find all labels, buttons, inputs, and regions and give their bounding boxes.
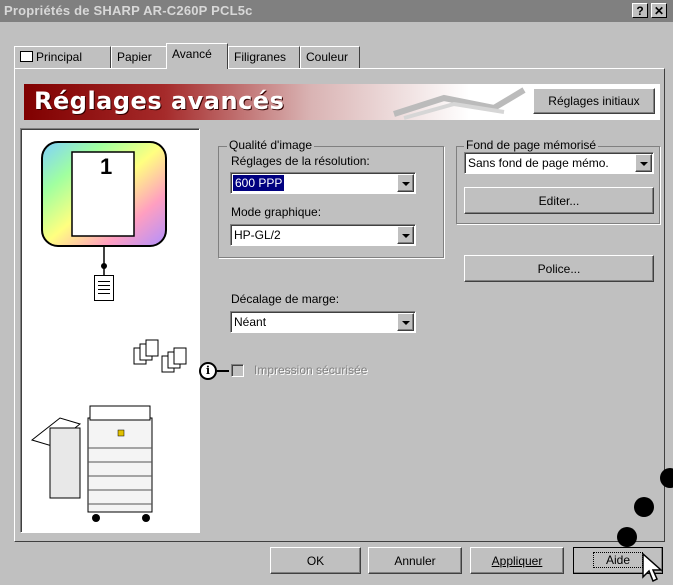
copier-machine-icon (30, 405, 153, 522)
graphics-mode-label: Mode graphique: (231, 205, 322, 219)
secure-print-label: Impression sécurisée (254, 363, 368, 377)
image-quality-group-label: Qualité d'image (227, 138, 315, 152)
banner-decoration (393, 87, 526, 120)
chevron-down-icon[interactable] (635, 154, 652, 172)
resolution-select[interactable]: 600 PPP (230, 172, 416, 194)
tab-filigranes-label: Filigranes (234, 50, 287, 64)
tab-couleur-label: Couleur (306, 50, 349, 64)
apply-button[interactable]: Appliquer (470, 547, 564, 574)
reset-defaults-button[interactable]: Réglages initiaux (533, 88, 655, 114)
preview-illustration (30, 141, 187, 522)
tab-principal[interactable]: Principal (14, 46, 111, 68)
close-icon[interactable]: ✕ (651, 3, 667, 18)
ok-button[interactable]: OK (270, 547, 361, 574)
info-connector (217, 370, 229, 372)
margin-shift-label: Décalage de marge: (231, 292, 340, 306)
secure-print-checkbox[interactable] (231, 364, 244, 377)
graphics-mode-select[interactable]: HP-GL/2 (230, 224, 416, 246)
tab-couleur[interactable]: Couleur (300, 46, 360, 68)
chevron-down-icon[interactable] (397, 226, 414, 244)
mouse-cursor-icon (642, 553, 663, 583)
window-title: Propriétés de SHARP AR-C260P PCL5c (4, 3, 253, 18)
help-button-label: Aide (592, 552, 644, 568)
graphics-mode-value: HP-GL/2 (234, 228, 281, 242)
tab-principal-label: Principal (36, 50, 83, 64)
tab-avance[interactable]: Avancé (166, 43, 228, 69)
info-icon: i (199, 362, 217, 380)
resolution-label: Réglages de la résolution: (231, 154, 370, 168)
tab-filigranes[interactable]: Filigranes (228, 46, 300, 68)
margin-shift-value: Néant (234, 315, 267, 329)
chevron-down-icon[interactable] (397, 313, 414, 331)
annotation-dot (634, 497, 654, 517)
tab-papier-label: Papier (117, 50, 152, 64)
stored-background-group-label: Fond de page mémorisé (464, 138, 599, 152)
stored-background-value: Sans fond de page mémo. (468, 156, 609, 170)
tab-papier[interactable]: Papier (111, 46, 167, 68)
printer-tab-icon (20, 51, 33, 62)
annotation-dot (660, 468, 673, 488)
title-bar: Propriétés de SHARP AR-C260P PCL5c ? ✕ (0, 0, 673, 22)
help-question-icon[interactable]: ? (632, 3, 648, 18)
font-button[interactable]: Police... (464, 255, 654, 282)
stored-background-select[interactable]: Sans fond de page mémo. (464, 152, 654, 174)
document-icon (94, 275, 114, 301)
margin-shift-select[interactable]: Néant (230, 311, 416, 333)
collate-pages-icon (133, 339, 187, 373)
annotation-dot (617, 527, 637, 547)
printer-properties-dialog: Propriétés de SHARP AR-C260P PCL5c ? ✕ P… (0, 0, 673, 585)
edit-button[interactable]: Editer... (464, 187, 654, 214)
chevron-down-icon[interactable] (397, 174, 414, 192)
preview-page-number: 1 (100, 154, 113, 179)
cancel-button[interactable]: Annuler (368, 547, 462, 574)
section-title: Réglages avancés (34, 87, 285, 115)
resolution-value: 600 PPP (233, 175, 285, 191)
tab-avance-label: Avancé (172, 47, 212, 61)
